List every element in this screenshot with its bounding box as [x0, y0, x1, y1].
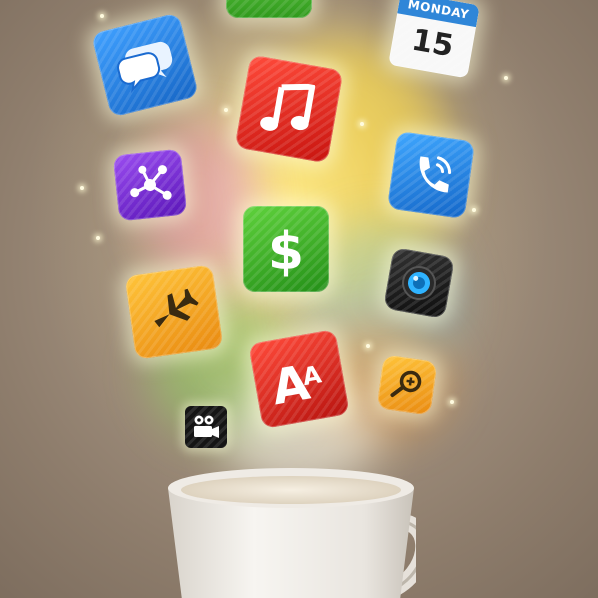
music-note-icon [234, 54, 344, 164]
camera-lens-icon [383, 247, 455, 319]
sparkle [96, 236, 100, 240]
coffee-cup [168, 468, 416, 598]
airplane-icon [124, 264, 224, 360]
network-share-icon [112, 148, 188, 222]
sparkle [360, 122, 364, 126]
font-size-icon: A A [248, 329, 350, 429]
svg-text:$: $ [268, 222, 304, 279]
phone-icon [386, 130, 476, 220]
dollar-icon: $ [243, 206, 329, 292]
video-camera-icon [185, 406, 227, 448]
sparkle [472, 208, 476, 212]
sparkle [80, 186, 84, 190]
zoom-in-icon [376, 354, 438, 416]
sparkle [450, 400, 454, 404]
calendar-icon: MONDAY 15 [388, 0, 480, 79]
sparkle [366, 344, 370, 348]
sparkle [504, 76, 508, 80]
sparkle [224, 108, 228, 112]
photo-scene: MONDAY 15 $ A A [0, 0, 598, 598]
svg-text:A: A [300, 360, 324, 391]
sparkle [100, 14, 104, 18]
green-app-icon-partial [226, 0, 312, 18]
